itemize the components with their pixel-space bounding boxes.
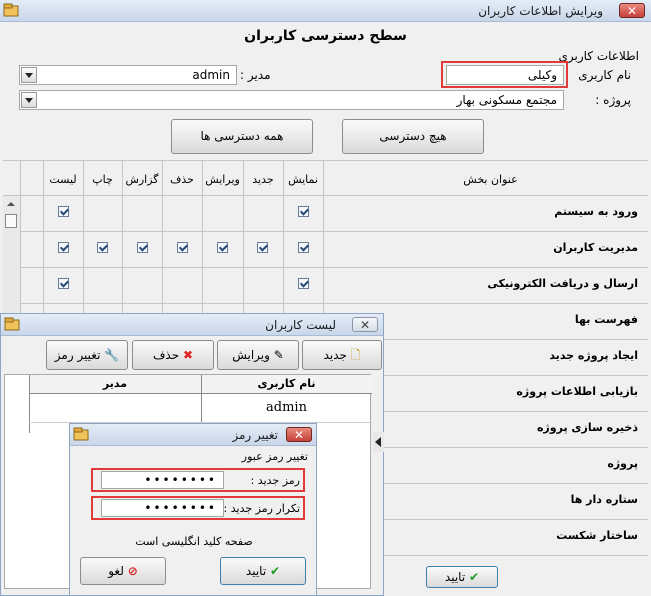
chevron-down-icon[interactable] — [21, 67, 37, 83]
col-header-new: جدید — [252, 173, 274, 186]
col-header-username: نام کاربری — [257, 377, 316, 390]
project-label: پروژه : — [595, 93, 631, 107]
cell-username: admin — [266, 400, 307, 415]
keyboard-note: صفحه کلید انگلیسی است — [135, 535, 253, 548]
checkbox-show[interactable] — [298, 278, 309, 289]
row-title: ارسال و دریافت الکترونیکی — [487, 277, 638, 290]
repeat-password-field[interactable]: •••••••• — [101, 499, 224, 517]
new-password-label: رمز جدید : — [250, 474, 300, 487]
checkbox-print[interactable] — [97, 242, 108, 253]
delete-label: حذف — [152, 348, 180, 362]
new-password-value: •••••••• — [144, 473, 217, 487]
main-titlebar[interactable]: ویرایش اطلاعات کاربران ✕ — [0, 0, 651, 22]
row-title: ایجاد پروژه جدید — [549, 349, 638, 362]
pass-titlebar[interactable]: تغییر رمز ✕ — [70, 424, 316, 446]
pass-ok-label: تایید — [245, 564, 267, 578]
pass-section-label: تغییر رمز عبور — [241, 450, 308, 463]
new-doc-icon: 🗋 — [350, 348, 361, 362]
edit-label: ویرایش — [232, 348, 270, 362]
col-header-report: گزارش — [125, 173, 159, 186]
app-icon — [3, 3, 19, 17]
col-header-manager: مدیر — [102, 377, 128, 390]
row-title: ذخیره سازی پروژه — [536, 421, 638, 434]
row-title: ساختار شکست — [556, 529, 638, 542]
edit-icon: ✎ — [273, 348, 284, 362]
cancel-icon: ⊘ — [127, 564, 138, 578]
delete-user-button[interactable]: ✖ حذف — [132, 340, 214, 370]
app-icon — [73, 427, 89, 441]
manager-value: admin — [192, 68, 230, 82]
manager-label: مدیر : — [240, 68, 271, 82]
change-password-button[interactable]: 🔧 تغییر رمز — [46, 340, 128, 370]
wrench-icon: 🔧 — [104, 348, 120, 362]
checkbox-list[interactable] — [58, 242, 69, 253]
row-title: مدیریت کاربران — [553, 241, 638, 254]
checkbox-report[interactable] — [137, 242, 148, 253]
pass-cancel-button[interactable]: ⊘ لغو — [80, 557, 166, 585]
username-highlight — [441, 61, 568, 88]
checkbox-edit[interactable] — [217, 242, 228, 253]
manager-select[interactable]: admin — [19, 65, 237, 85]
scroll-thumb[interactable] — [5, 214, 17, 228]
pass-title: تغییر رمز — [232, 428, 278, 442]
username-label: نام کاربری — [578, 68, 631, 82]
close-icon[interactable]: ✕ — [286, 427, 312, 442]
row-title: ورود به سیستم — [554, 205, 638, 218]
chevron-down-icon[interactable] — [21, 92, 37, 108]
row-title: فهرست بها — [574, 313, 638, 326]
users-title: لیست کاربران — [265, 318, 336, 332]
grid-scrollbar[interactable] — [3, 196, 20, 315]
check-icon: ✔ — [469, 570, 480, 584]
users-titlebar[interactable]: لیست کاربران ✕ — [1, 314, 383, 336]
checkbox-list[interactable] — [58, 278, 69, 289]
edit-user-button[interactable]: ✎ ویرایش — [217, 340, 299, 370]
new-label: جدید — [323, 348, 347, 362]
new-user-button[interactable]: 🗋 جدید — [302, 340, 382, 370]
close-icon[interactable]: ✕ — [619, 3, 645, 18]
checkbox-new[interactable] — [257, 242, 268, 253]
col-header-delete: حذف — [170, 173, 194, 186]
main-ok-label: تایید — [444, 570, 466, 584]
row-title: ستاره دار ها — [570, 493, 638, 506]
repeat-password-label: تکرار رمز جدید : — [223, 502, 300, 515]
checkbox-show[interactable] — [298, 206, 309, 217]
main-ok-button[interactable]: ✔ تایید — [426, 566, 498, 588]
col-header-title: عنوان بخش — [463, 173, 518, 186]
checkbox-list[interactable] — [58, 206, 69, 217]
col-header-print: چاپ — [92, 173, 113, 186]
delete-x-icon: ✖ — [182, 348, 194, 362]
page-title: سطح دسترسی کاربران — [244, 28, 407, 44]
scroll-right-arrow-icon[interactable] — [373, 432, 384, 452]
all-access-button[interactable]: همه دسترسی ها — [171, 119, 313, 154]
change-password-dialog: تغییر رمز ✕ تغییر رمز عبور •••••••• رمز … — [69, 423, 317, 596]
check-icon: ✔ — [270, 564, 281, 578]
pass-ok-button[interactable]: ✔ تایید — [220, 557, 306, 585]
col-header-edit: ویرایش — [205, 173, 240, 186]
col-header-show: نمایش — [288, 173, 318, 186]
user-info-group-label: اطلاعات کاربری — [558, 49, 640, 63]
checkbox-delete[interactable] — [177, 242, 188, 253]
table-row[interactable]: admin — [29, 394, 372, 423]
project-value: مجتمع مسکونی بهار — [456, 93, 557, 107]
row-title: پروژه — [607, 457, 638, 470]
col-header-list: لیست — [49, 173, 77, 186]
checkbox-show[interactable] — [298, 242, 309, 253]
new-password-field[interactable]: •••••••• — [101, 471, 224, 489]
close-icon[interactable]: ✕ — [352, 317, 378, 332]
app-icon — [4, 317, 20, 331]
pass-cancel-label: لغو — [108, 564, 124, 578]
main-title: ویرایش اطلاعات کاربران — [478, 4, 603, 18]
scroll-up-icon[interactable] — [7, 202, 15, 206]
no-access-button[interactable]: هیچ دسترسی — [342, 119, 484, 154]
project-select[interactable]: مجتمع مسکونی بهار — [19, 90, 564, 110]
change-pass-label: تغییر رمز — [54, 348, 101, 362]
row-title: بازیابی اطلاعات پروژه — [516, 385, 638, 398]
repeat-password-value: •••••••• — [144, 501, 217, 515]
